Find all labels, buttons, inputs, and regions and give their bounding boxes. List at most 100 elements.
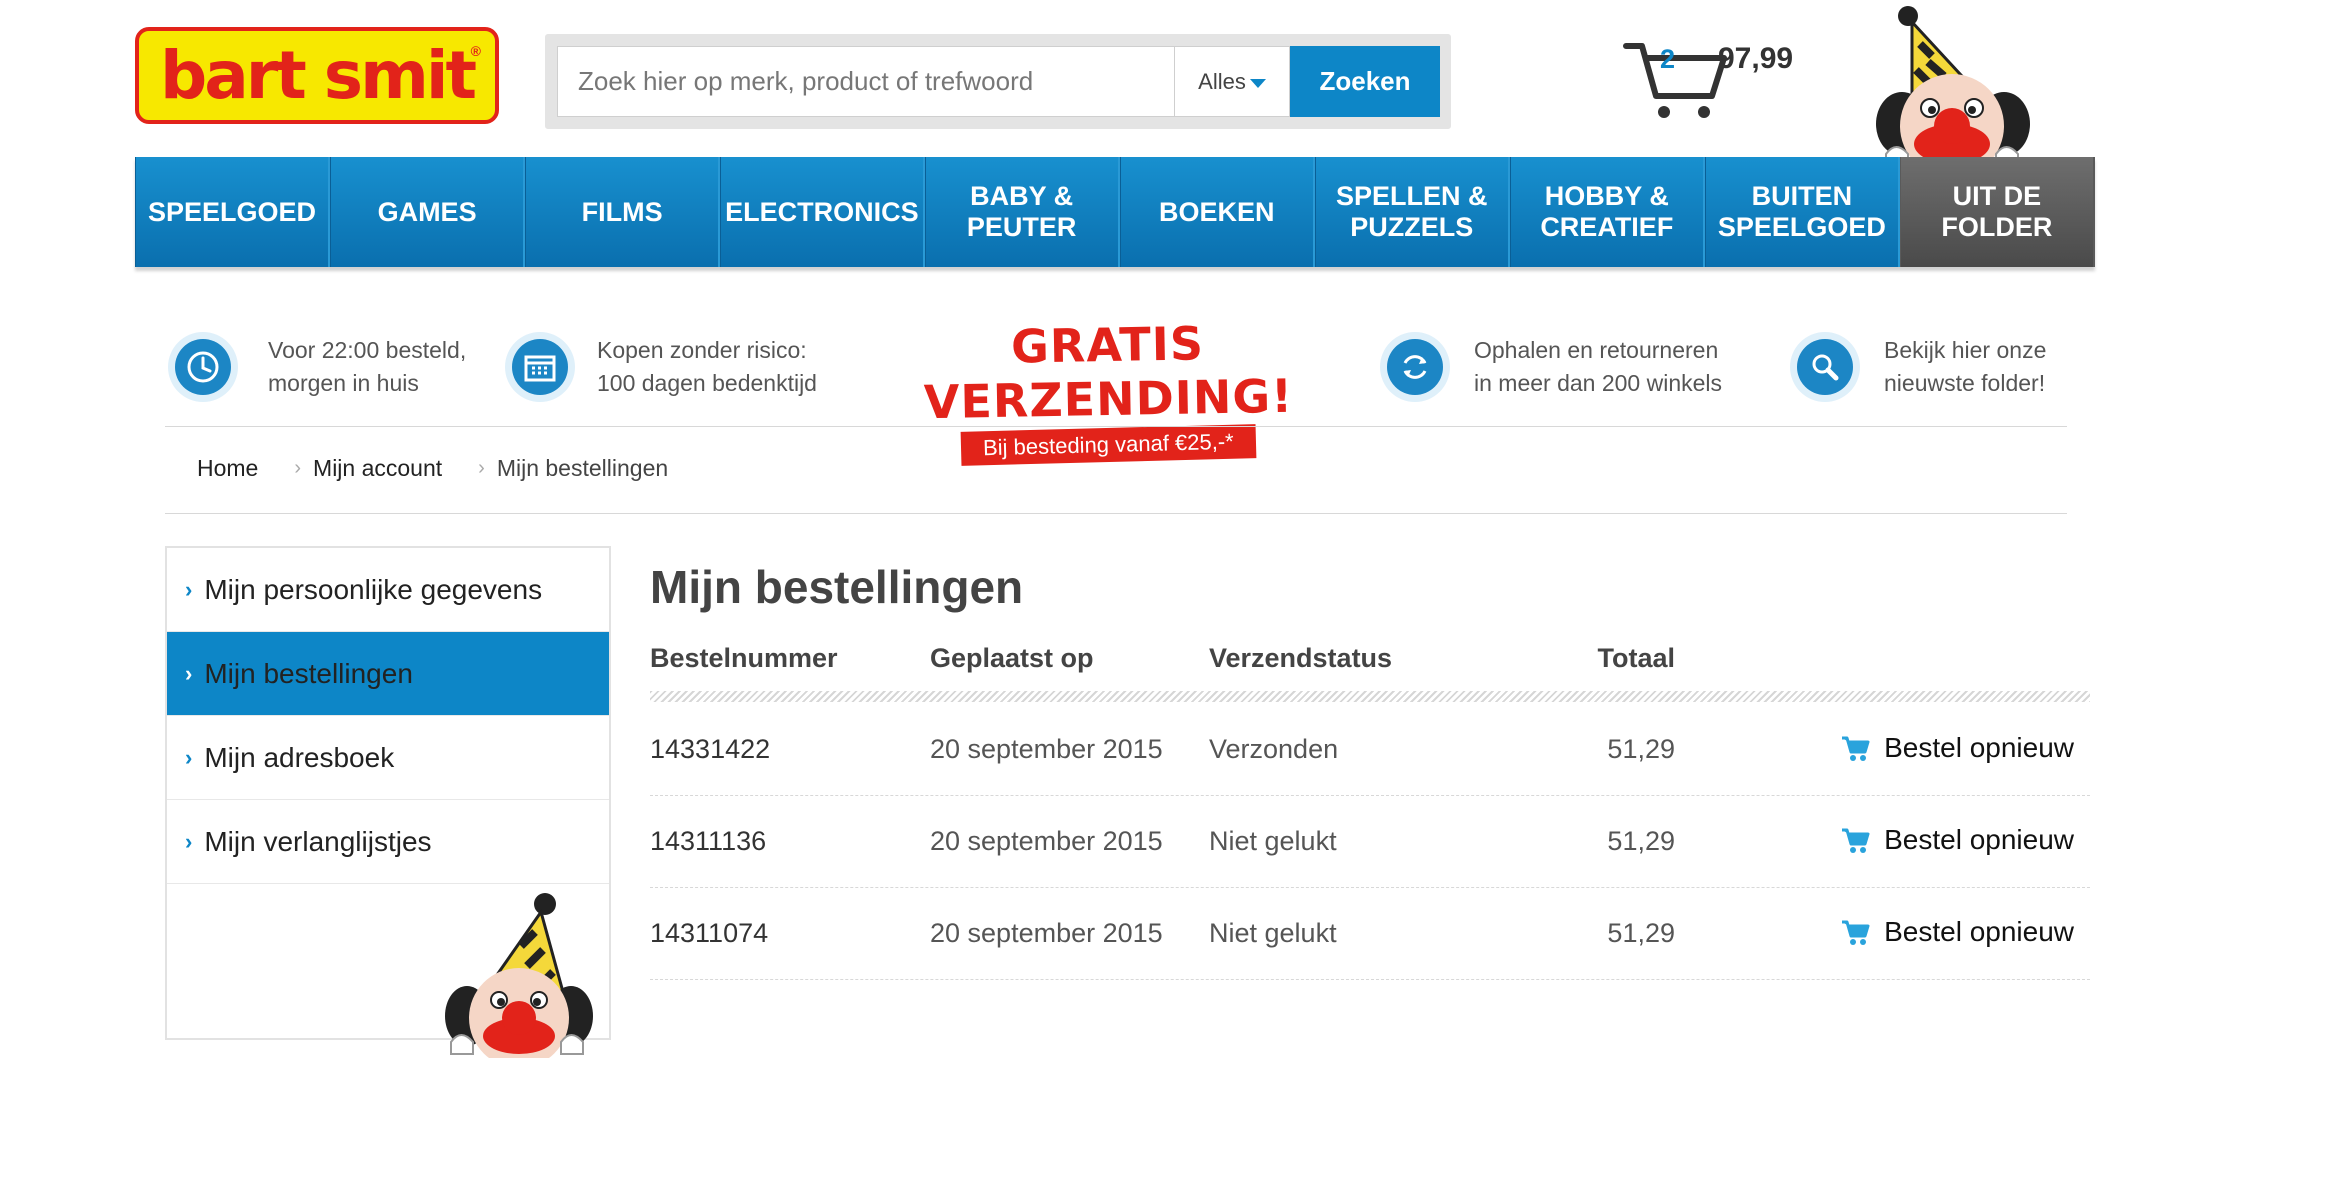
divider [165,426,2067,427]
usp-text: Ophalen en retourneren in meer dan 200 w… [1474,334,1722,400]
table-header-divider [650,691,2090,702]
breadcrumb-current: Mijn bestellingen [496,455,669,481]
order-total: 51,29 [1607,734,1675,764]
usp-line: morgen in huis [268,370,419,396]
search-scope-select[interactable]: Alles [1174,46,1290,117]
clown-mascot-icon [1876,6,2030,170]
cart-icon [1842,920,1870,945]
order-status: Verzonden [1209,734,1339,764]
divider [165,513,2067,514]
search-input[interactable] [557,46,1175,117]
column-header-order-number: Bestelnummer [650,643,838,673]
table-row: 14331422 20 september 2015 Verzonden 51,… [650,704,2090,796]
usp-stores: Ophalen en retourneren in meer dan 200 w… [1380,332,1722,402]
chevron-right-icon: › [478,457,485,479]
usp-return-period: Kopen zonder risico: 100 dagen bedenktij… [505,332,817,402]
search-bar: Alles Zoeken [545,34,1451,129]
nav-item-buiten-speelgoed[interactable]: BUITEN SPEELGOED [1704,157,1900,267]
order-total: 51,29 [1607,918,1675,948]
search-scope-label: Alles [1198,68,1246,94]
usp-text: Voor 22:00 besteld, morgen in huis [268,334,466,400]
nav-item-hobby-creatief[interactable]: HOBBY & CREATIEF [1509,157,1705,267]
reorder-label: Bestel opnieuw [1884,916,2074,947]
chevron-right-icon: › [185,576,193,602]
column-header-total: Totaal [1597,643,1675,673]
usp-line: Voor 22:00 besteld, [268,337,467,363]
order-total: 51,29 [1607,826,1675,856]
nav-item-speelgoed[interactable]: SPEELGOED [135,157,331,267]
usp-icon-ring [1790,332,1860,402]
usp-icon-ring [1380,332,1450,402]
cart-icon [1842,736,1870,761]
calendar-icon [512,339,568,395]
clock-icon [175,339,231,395]
cart-total: 97,99 [1718,42,1794,75]
sidebar-item-label: Mijn persoonlijke gegevens [204,573,543,605]
reorder-button[interactable]: Bestel opnieuw [1840,732,2074,764]
chevron-right-icon: › [185,744,193,770]
chevron-down-icon [1249,78,1266,88]
usp-text: Kopen zonder risico: 100 dagen bedenktij… [597,334,817,400]
registered-mark-icon: ® [470,43,481,59]
main-navigation: SPEELGOED GAMES FILMS ELECTRONICS BABY &… [135,157,2095,267]
breadcrumb-home[interactable]: Home [197,455,258,482]
reorder-label: Bestel opnieuw [1884,824,2074,855]
sidebar-item-orders[interactable]: › Mijn bestellingen [167,632,609,716]
order-status: Niet gelukt [1209,826,1337,856]
nav-item-boeken[interactable]: BOEKEN [1119,157,1315,267]
promo-title: GRATIS VERZENDING! [923,316,1294,430]
chevron-right-icon: › [185,660,193,686]
logo-text: bart smit [159,36,477,114]
usp-line: nieuwste folder! [1884,370,2046,396]
usp-folder[interactable]: Bekijk hier onze nieuwste folder! [1790,332,2046,402]
sidebar-item-label: Mijn bestellingen [204,657,413,689]
nav-item-games[interactable]: GAMES [330,157,526,267]
usp-icon-ring [505,332,575,402]
column-header-status: Verzendstatus [1209,643,1393,673]
order-number[interactable]: 14311074 [650,918,768,949]
usp-text: Bekijk hier onze nieuwste folder! [1884,334,2046,400]
order-number[interactable]: 14311136 [650,826,766,857]
order-date: 20 september 2015 [930,918,1163,948]
table-row: 14311074 20 september 2015 Niet gelukt 5… [650,888,2090,980]
bart-smit-logo[interactable]: bart smit ® [135,27,499,124]
promo-subtitle: Bij besteding vanaf €25,-* [960,424,1256,466]
breadcrumb-account[interactable]: Mijn account [313,455,442,482]
nav-item-spellen-puzzels[interactable]: SPELLEN & PUZZELS [1314,157,1510,267]
sidebar-item-personal-details[interactable]: › Mijn persoonlijke gegevens [167,548,609,632]
usp-delivery: Voor 22:00 besteld, morgen in huis [168,332,466,402]
cart-icon [1842,828,1870,853]
nav-item-uit-de-folder[interactable]: UIT DE FOLDER [1899,157,2095,267]
sidebar-item-wishlists[interactable]: › Mijn verlanglijstjes [167,800,609,884]
nav-item-baby-peuter[interactable]: BABY & PEUTER [924,157,1120,267]
cart-count-badge: 2 [1660,44,1676,74]
order-date: 20 september 2015 [930,734,1163,764]
reorder-button[interactable]: Bestel opnieuw [1840,824,2074,856]
free-shipping-banner[interactable]: GRATIS VERZENDING! Bij besteding vanaf €… [860,316,1356,466]
order-number[interactable]: 14331422 [650,734,770,765]
usp-line: Ophalen en retourneren [1474,337,1719,363]
reorder-button[interactable]: Bestel opnieuw [1840,916,2074,948]
order-date: 20 september 2015 [930,826,1163,856]
usp-icon-ring [168,332,238,402]
column-header-date: Geplaatst op [930,643,1094,673]
reorder-label: Bestel opnieuw [1884,732,2074,763]
usp-line: Kopen zonder risico: [597,337,807,363]
usp-line: 100 dagen bedenktijd [597,370,817,396]
clown-mascot-icon [445,893,593,1058]
sidebar-item-address-book[interactable]: › Mijn adresboek [167,716,609,800]
usp-line: in meer dan 200 winkels [1474,370,1723,396]
account-sidebar: › Mijn persoonlijke gegevens › Mijn best… [165,546,611,1058]
sidebar-item-label: Mijn verlanglijstjes [204,825,432,857]
nav-item-films[interactable]: FILMS [525,157,721,267]
magnifier-icon [1797,339,1853,395]
refresh-icon [1387,339,1443,395]
order-status: Niet gelukt [1209,918,1337,948]
page-title: Mijn bestellingen [650,561,1024,613]
usp-line: Bekijk hier onze [1884,337,2047,363]
chevron-right-icon: › [185,828,193,854]
nav-item-electronics[interactable]: ELECTRONICS [720,157,925,267]
table-row: 14311136 20 september 2015 Niet gelukt 5… [650,796,2090,888]
sidebar-item-label: Mijn adresboek [204,741,395,773]
search-button[interactable]: Zoeken [1290,46,1440,117]
